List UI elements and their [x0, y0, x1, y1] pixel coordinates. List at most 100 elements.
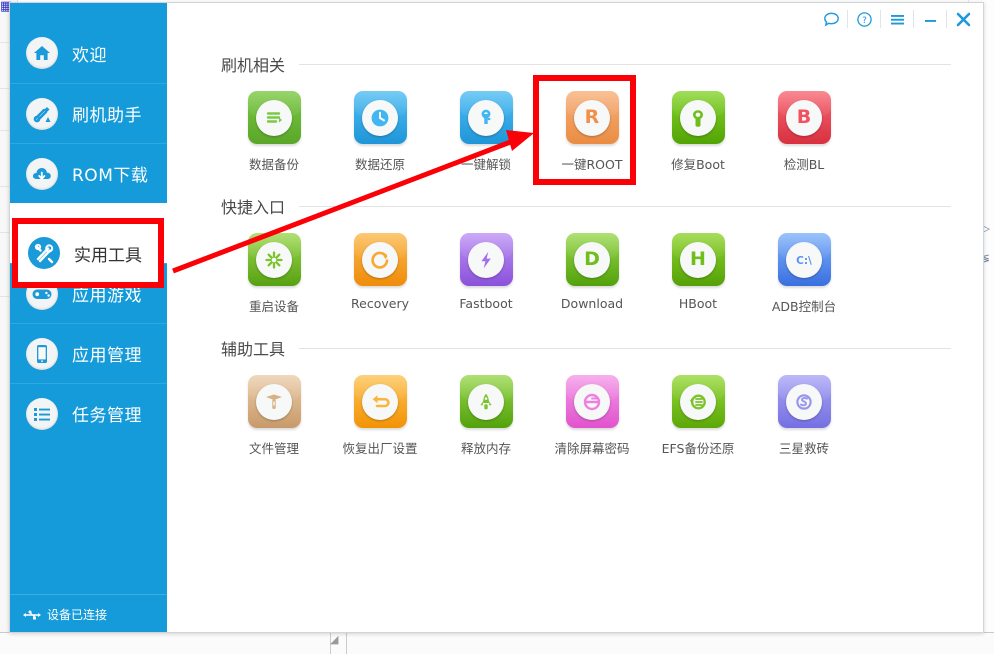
sidebar-item-label: 应用游戏	[72, 281, 142, 306]
section-divider	[299, 348, 951, 349]
undo-glyph-icon	[362, 384, 398, 420]
restore-clock-icon	[354, 91, 407, 144]
window-controls: ?	[815, 3, 979, 35]
sidebar-item-label: 实用工具	[74, 241, 142, 266]
tile-samsung-unbrick[interactable]: 三星救砖	[751, 375, 857, 457]
tile-data-backup[interactable]: 数据备份	[221, 91, 327, 173]
gamepad-icon	[26, 278, 58, 310]
sidebar-item-label: 欢迎	[72, 41, 107, 66]
efs-backup-icon	[672, 375, 725, 428]
section-divider	[299, 206, 951, 207]
tile-label: 三星救砖	[779, 438, 829, 457]
factory-reset-icon	[354, 375, 407, 428]
list-icon	[26, 398, 58, 430]
minimize-icon[interactable]	[914, 4, 946, 34]
application-window: 欢迎 刷机助手	[9, 2, 984, 633]
tile-fastboot[interactable]: Fastboot	[433, 233, 539, 315]
tile-hboot[interactable]: H HBoot	[645, 233, 751, 315]
root-letter: R	[585, 108, 600, 127]
tile-label: 数据备份	[249, 154, 299, 173]
unlock-icon	[460, 91, 513, 144]
reboot-icon	[248, 233, 301, 286]
tile-adb-console[interactable]: C:\ ADB控制台	[751, 233, 857, 315]
sidebar-item-label: 刷机助手	[72, 101, 142, 126]
section-header: 辅助工具	[221, 335, 951, 361]
section-title: 刷机相关	[221, 52, 285, 76]
section-auxiliary-tools: 辅助工具	[221, 335, 951, 457]
sidebar-item-label: 应用管理	[72, 341, 142, 366]
section-header: 快捷入口	[221, 193, 951, 219]
tile-label: 一键ROOT	[562, 154, 623, 173]
sidebar-item-label: 任务管理	[72, 401, 142, 426]
sidebar-item-welcome[interactable]: 欢迎	[10, 23, 167, 83]
tile-label: 数据还原	[355, 154, 405, 173]
tile-download[interactable]: D Download	[539, 233, 645, 315]
tile-repair-boot[interactable]: 修复Boot	[645, 91, 751, 173]
sidebar: 欢迎 刷机助手	[10, 3, 167, 633]
flash-tools-icon	[26, 98, 58, 130]
wrench-screwdriver-icon	[28, 237, 60, 269]
tile-label: 修复Boot	[671, 154, 725, 173]
tile-clear-screen-password[interactable]: 清除屏幕密码	[539, 375, 645, 457]
tile-reboot-device[interactable]: 重启设备	[221, 233, 327, 315]
asterisk-glyph-icon	[256, 242, 292, 278]
feedback-icon[interactable]	[815, 4, 847, 34]
tile-label: 清除屏幕密码	[554, 438, 629, 457]
cloud-download-icon	[26, 158, 58, 190]
efs-glyph-icon	[680, 384, 716, 420]
tile-file-manager[interactable]: 文件管理	[221, 375, 327, 457]
bl-glyph-icon: B	[786, 100, 822, 136]
section-title: 快捷入口	[221, 194, 285, 218]
sidebar-item-label: ROM下载	[72, 161, 148, 186]
root-glyph-icon: R	[574, 100, 610, 136]
free-memory-icon	[460, 375, 513, 428]
tile-efs-backup-restore[interactable]: EFS备份还原	[645, 375, 751, 457]
sidebar-item-flash-assistant[interactable]: 刷机助手	[10, 83, 167, 143]
tile-label: 重启设备	[249, 296, 299, 315]
tile-factory-reset[interactable]: 恢复出厂设置	[327, 375, 433, 457]
section-quick-entry: 快捷入口	[221, 193, 951, 315]
menu-icon[interactable]	[881, 4, 913, 34]
screen: ▦ ▷ ≶ ◢ 欢迎	[0, 0, 994, 654]
adb-console-icon: C:\	[778, 233, 831, 286]
resize-grip-icon[interactable]: ◢	[330, 634, 346, 648]
download-icon: D	[566, 233, 619, 286]
usb-icon	[22, 608, 42, 622]
tile-row: 重启设备 Recovery	[221, 233, 951, 315]
tile-row: 文件管理 恢复出厂设置	[221, 375, 951, 457]
tile-free-memory[interactable]: 释放内存	[433, 375, 539, 457]
phone-icon	[26, 338, 58, 370]
close-icon[interactable]	[947, 4, 979, 34]
refresh-glyph-icon	[362, 242, 398, 278]
tile-label: 一键解锁	[461, 154, 511, 173]
section-header: 刷机相关	[221, 51, 951, 77]
tile-detect-bl[interactable]: B 检测BL	[751, 91, 857, 173]
sidebar-item-rom-download[interactable]: ROM下载	[10, 143, 167, 203]
svg-text:?: ?	[862, 16, 867, 26]
fastboot-icon	[460, 233, 513, 286]
download-glyph-icon: D	[574, 242, 610, 278]
wrench-glyph-icon	[680, 100, 716, 136]
root-icon: R	[566, 91, 619, 144]
sidebar-item-task-management[interactable]: 任务管理	[10, 383, 167, 443]
help-icon[interactable]: ?	[848, 4, 880, 34]
tile-one-key-root[interactable]: R 一键ROOT	[539, 91, 645, 173]
sidebar-item-app-management[interactable]: 应用管理	[10, 323, 167, 383]
file-glyph-icon	[256, 384, 292, 420]
content-pane: ? 刷机相关	[167, 3, 984, 633]
backup-glyph-icon	[256, 100, 292, 136]
clear-glyph-icon	[574, 384, 610, 420]
section-title: 辅助工具	[221, 336, 285, 360]
tile-data-restore[interactable]: 数据还原	[327, 91, 433, 173]
section-divider	[299, 64, 951, 65]
tile-recovery[interactable]: Recovery	[327, 233, 433, 315]
download-letter: D	[584, 250, 600, 269]
device-status-bar: 设备已连接	[10, 594, 167, 633]
section-flash-related: 刷机相关 数据备份	[221, 51, 951, 173]
tile-label: HBoot	[679, 296, 717, 311]
samsung-glyph-icon	[786, 384, 822, 420]
sidebar-item-utilities-highlighted[interactable]: 实用工具	[18, 224, 158, 282]
tile-one-key-unlock[interactable]: 一键解锁	[433, 91, 539, 173]
samsung-unbrick-icon	[778, 375, 831, 428]
bootloader-icon: B	[778, 91, 831, 144]
